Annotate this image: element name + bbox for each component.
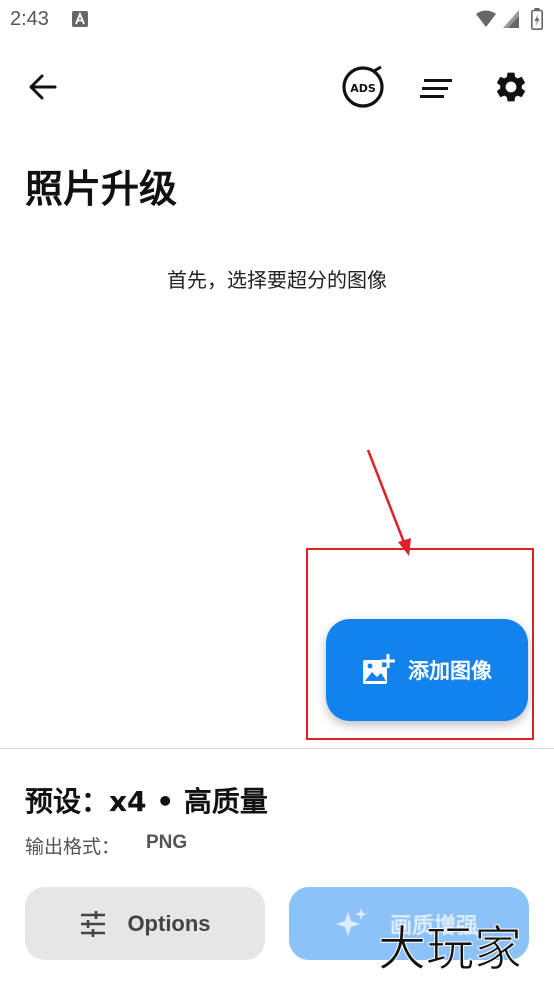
remove-ads-button[interactable]: ADS [340, 64, 386, 110]
back-button[interactable] [20, 65, 66, 109]
status-time: 2:43 [10, 8, 49, 30]
sparkle-icon [336, 907, 367, 936]
divider [0, 748, 554, 749]
a-notification-icon [72, 11, 88, 27]
top-app-bar: ADS [0, 55, 554, 119]
settings-button[interactable] [488, 65, 534, 109]
wifi-icon [476, 10, 496, 27]
add-image-label: 添加图像 [408, 659, 492, 683]
options-label: Options [127, 910, 211, 936]
add-image-button[interactable]: 添加图像 [326, 619, 528, 721]
annotation-arrow [366, 449, 411, 556]
sort-button[interactable] [414, 66, 460, 110]
hint-text: 首先，选择要超分的图像 [167, 268, 387, 292]
preset-text: 预设：x4 • 高质量 [25, 785, 268, 818]
output-format-value: PNG [146, 832, 188, 853]
watermark-text: 大玩家 [378, 921, 522, 975]
signal-icon [503, 10, 519, 28]
watermark: 大玩家 [378, 921, 523, 976]
battery-charging-icon [531, 8, 543, 30]
arrow-left-icon [29, 74, 57, 100]
sort-lines-icon [420, 79, 452, 98]
page-title: 照片升级 [25, 167, 178, 211]
add-photo-icon [363, 654, 395, 684]
sliders-icon [81, 910, 106, 937]
status-bar: 2:43 [0, 0, 554, 40]
options-button[interactable]: Options [25, 887, 265, 960]
output-format-label: 输出格式： [25, 836, 121, 858]
gear-icon [496, 72, 526, 102]
no-ads-icon: ADS [342, 65, 384, 108]
ads-text: ADS [350, 82, 376, 95]
